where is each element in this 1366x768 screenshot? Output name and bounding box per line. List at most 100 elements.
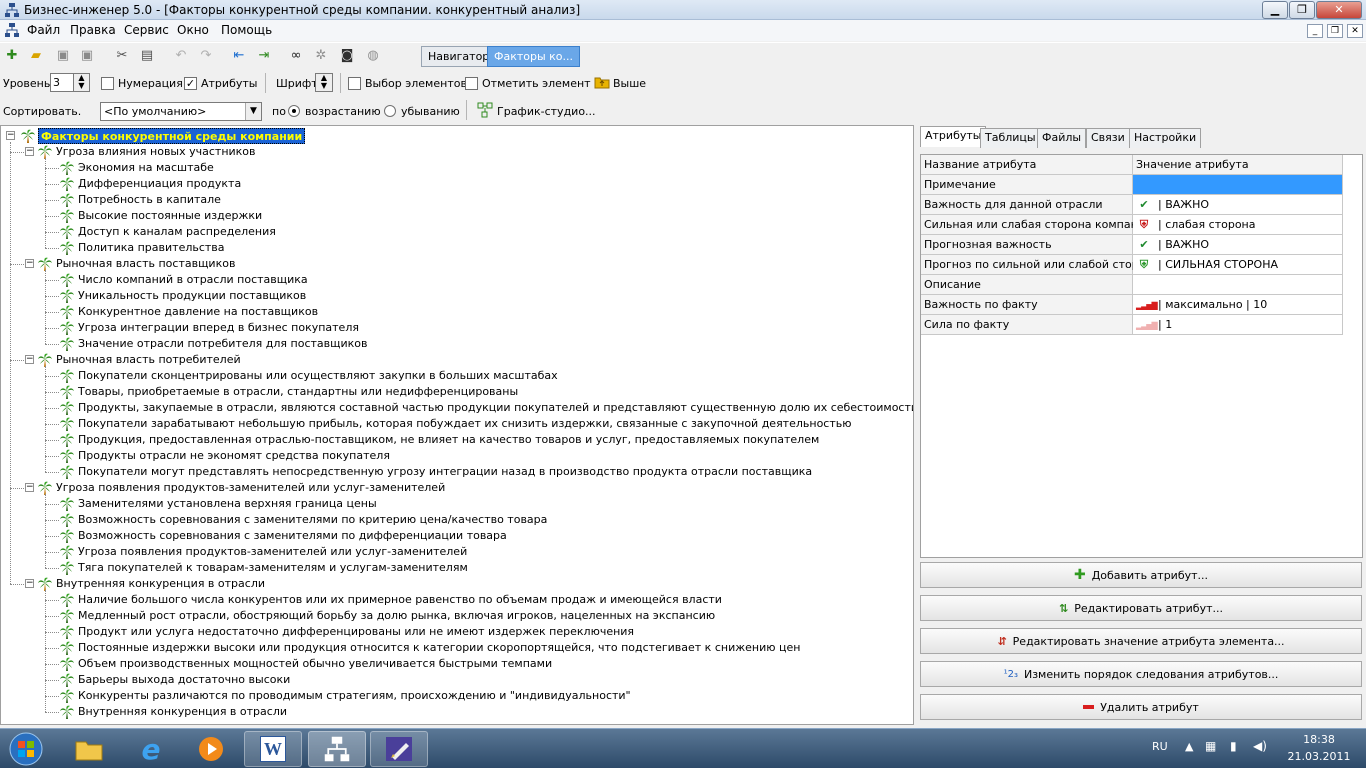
tree-leaf-node[interactable]: Продукты, закупаемые в отрасли, являются… — [78, 400, 913, 416]
save-all-icon[interactable]: ▣ — [78, 46, 96, 64]
menu-window[interactable]: Окно — [177, 23, 209, 37]
tab-files[interactable]: Файлы — [1037, 128, 1087, 148]
ascending-radio[interactable] — [288, 105, 300, 117]
tree-leaf-node[interactable]: Покупатели сконцентрированы или осуществ… — [78, 368, 558, 384]
start-button[interactable] — [6, 731, 46, 767]
tree-leaf-node[interactable]: Угроза появления продуктов-заменителей и… — [78, 544, 467, 560]
attribute-name[interactable]: Прогнозная важность — [921, 235, 1133, 254]
tree-leaf-node[interactable]: Покупатели могут представлять непосредст… — [78, 464, 812, 480]
attribute-row[interactable]: Важность для данной отрасли ✔ | ВАЖНО — [921, 195, 1343, 215]
tree-leaf-node[interactable]: Высокие постоянные издержки — [78, 208, 262, 224]
mdi-close-button[interactable]: ✕ — [1347, 24, 1363, 38]
mark-element-checkbox[interactable] — [465, 77, 478, 90]
tree-group-node[interactable]: Рыночная власть поставщиков — [56, 256, 235, 272]
clock-time[interactable]: 18:38 — [1288, 733, 1350, 746]
header-attribute-value[interactable]: Значение атрибута — [1133, 155, 1343, 174]
tree-leaf-node[interactable]: Возможность соревнования с заменителями … — [78, 528, 507, 544]
collapse-toggle-icon[interactable]: − — [25, 259, 34, 268]
attribute-value[interactable] — [1133, 275, 1343, 294]
attributes-grid[interactable]: Название атрибута Значение атрибута Прим… — [920, 154, 1363, 558]
undo-icon[interactable]: ↶ — [172, 46, 190, 64]
new-icon[interactable]: ✚ — [3, 46, 21, 64]
tree-leaf-node[interactable]: Товары, приобретаемые в отрасли, стандар… — [78, 384, 518, 400]
tab-factors[interactable]: Факторы ко... — [487, 46, 581, 67]
collapse-toggle-icon[interactable]: − — [25, 579, 34, 588]
folder-up-icon[interactable] — [594, 74, 610, 90]
attribute-row[interactable]: Примечание — [921, 175, 1343, 195]
attribute-value[interactable]: ✔ | ВАЖНО — [1133, 195, 1343, 214]
edit-attribute-button[interactable]: ⇅ Редактировать атрибут... — [920, 595, 1362, 621]
paste-icon[interactable]: ▤ — [138, 46, 156, 64]
tray-arrow-icon[interactable]: ▲ — [1185, 740, 1193, 753]
attribute-name[interactable]: Сильная или слабая сторона компании — [921, 215, 1152, 234]
swirl-icon[interactable]: ✲ — [312, 46, 330, 64]
tree-leaf-node[interactable]: Наличие большого числа конкурентов или и… — [78, 592, 722, 608]
tab-settings[interactable]: Настройки — [1129, 128, 1202, 148]
power-icon[interactable]: ▮ — [1230, 739, 1237, 753]
tree-leaf-node[interactable]: Угроза интеграции вперед в бизнес покупа… — [78, 320, 359, 336]
select-elements-checkbox[interactable] — [348, 77, 361, 90]
camera-icon[interactable]: ◙ — [338, 46, 356, 64]
delete-attribute-button[interactable]: Удалить атрибут — [920, 694, 1362, 720]
taskbar-business-engineer[interactable] — [308, 731, 366, 767]
taskbar-word[interactable]: W — [244, 731, 302, 767]
import-icon[interactable]: ⇤ — [230, 46, 248, 64]
font-spin-arrows-icon[interactable]: ▲ ▼ — [315, 73, 333, 92]
tree-leaf-node[interactable]: Объем производственных мощностей обычно … — [78, 656, 552, 672]
language-indicator[interactable]: RU — [1152, 740, 1168, 753]
attribute-name[interactable]: Важность по факту — [921, 295, 1133, 314]
tree-leaf-node[interactable]: Число компаний в отрасли поставщика — [78, 272, 308, 288]
close-button[interactable]: ✕ — [1316, 1, 1362, 19]
taskbar-pen-app[interactable] — [370, 731, 428, 767]
reorder-attributes-button[interactable]: ¹2₃ Изменить порядок следования атрибуто… — [920, 661, 1362, 687]
maximize-button[interactable]: ❐ — [1289, 1, 1315, 19]
factors-tree[interactable]: − Факторы конкурентной среды компании − Угр… — [0, 125, 914, 725]
tree-leaf-node[interactable]: Тяга покупателей к товарам-заменителям и… — [78, 560, 468, 576]
tree-leaf-node[interactable]: Экономия на масштабе — [78, 160, 214, 176]
taskbar-ie[interactable]: e — [122, 731, 180, 767]
collapse-toggle-icon[interactable]: − — [25, 355, 34, 364]
tab-links[interactable]: Связи — [1086, 128, 1130, 148]
menu-file[interactable]: Файл — [27, 23, 60, 37]
tree-leaf-node[interactable]: Продукты отрасли не экономят средства по… — [78, 448, 390, 464]
tree-leaf-node[interactable]: Заменителями установлена верхняя граница… — [78, 496, 377, 512]
descending-radio[interactable] — [384, 105, 396, 117]
mdi-restore-button[interactable]: ❐ — [1327, 24, 1343, 38]
attribute-value[interactable]: ✔ | ВАЖНО — [1133, 235, 1343, 254]
network-icon[interactable]: ▦ — [1205, 739, 1216, 753]
collapse-toggle-icon[interactable]: − — [25, 483, 34, 492]
minimize-button[interactable]: ▁ — [1262, 1, 1288, 19]
add-attribute-button[interactable]: ✚ Добавить атрибут... — [920, 562, 1362, 588]
tree-leaf-node[interactable]: Продукт или услуга недостаточно дифферен… — [78, 624, 634, 640]
attribute-value[interactable] — [1133, 175, 1343, 194]
tab-navigator[interactable]: Навигатор — [421, 46, 497, 67]
menu-help[interactable]: Помощь — [221, 23, 272, 37]
tree-leaf-node[interactable]: Постоянные издержки высоки или продукция… — [78, 640, 800, 656]
tree-group-node[interactable]: Угроза влияния новых участников — [56, 144, 256, 160]
attribute-value[interactable]: ▂▃▅▇| 1 — [1133, 315, 1343, 334]
tree-leaf-node[interactable]: Значение отрасли потребителя для поставщ… — [78, 336, 368, 352]
tree-leaf-node[interactable]: Конкурентное давление на поставщиков — [78, 304, 318, 320]
attribute-value[interactable]: ▂▃▅▇| максимально | 10 — [1133, 295, 1343, 314]
tree-root-node[interactable]: Факторы конкурентной среды компании — [38, 128, 306, 144]
collapse-toggle-icon[interactable]: − — [6, 131, 15, 140]
globe-icon[interactable]: ◍ — [364, 46, 382, 64]
tree-group-node[interactable]: Рыночная власть потребителей — [56, 352, 241, 368]
export-icon[interactable]: ⇥ — [255, 46, 273, 64]
tree-leaf-node[interactable]: Медленный рост отрасли, обостряющий борь… — [78, 608, 715, 624]
open-icon[interactable]: ▰ — [27, 46, 45, 64]
attribute-name[interactable]: Сила по факту — [921, 315, 1133, 334]
attribute-row[interactable]: Прогнозная важность ✔ | ВАЖНО — [921, 235, 1343, 255]
tree-leaf-node[interactable]: Конкуренты различаются по проводимым стр… — [78, 688, 631, 704]
save-icon[interactable]: ▣ — [54, 46, 72, 64]
tree-leaf-node[interactable]: Покупатели зарабатывают небольшую прибыл… — [78, 416, 852, 432]
binoculars-icon[interactable]: ∞ — [287, 46, 305, 64]
sort-dropdown[interactable]: <По умолчанию> ▼ — [100, 102, 262, 121]
tree-leaf-node[interactable]: Потребность в капитале — [78, 192, 221, 208]
collapse-toggle-icon[interactable]: − — [25, 147, 34, 156]
cut-icon[interactable]: ✂ — [113, 46, 131, 64]
attribute-name[interactable]: Примечание — [921, 175, 1133, 194]
attribute-row[interactable]: Сильная или слабая сторона компании ⛨ | сл… — [921, 215, 1343, 235]
header-attribute-name[interactable]: Название атрибута — [921, 155, 1133, 174]
attribute-row[interactable]: Прогноз по сильной или слабой стороне ⛨ | … — [921, 255, 1343, 275]
